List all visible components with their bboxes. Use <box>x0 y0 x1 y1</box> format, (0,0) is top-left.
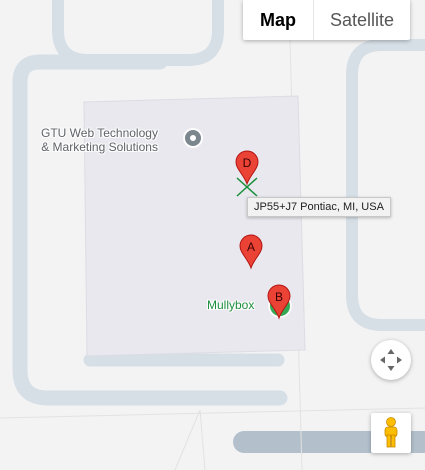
map-canvas[interactable]: D A B <box>0 0 425 470</box>
marker-d-label: D <box>243 156 252 170</box>
location-tooltip: JP55+J7 Pontiac, MI, USA <box>247 197 391 217</box>
map-view-button[interactable]: Map <box>243 0 313 40</box>
marker-a-label: A <box>247 240 255 254</box>
street-view-button[interactable] <box>371 413 411 453</box>
marker-b-label: B <box>275 290 283 304</box>
gtu-place-name-line1: GTU Web Technology <box>41 126 158 140</box>
pan-control-button[interactable] <box>371 340 411 380</box>
satellite-view-button[interactable]: Satellite <box>314 0 410 40</box>
gtu-poi-icon[interactable] <box>183 128 203 148</box>
mullybox-place-label[interactable]: Mullybox <box>207 298 254 312</box>
pegman-icon <box>384 417 398 448</box>
gtu-place-label[interactable]: GTU Web Technology & Marketing Solutions <box>41 126 158 154</box>
gtu-place-name-line2: & Marketing Solutions <box>41 140 158 154</box>
move-arrows-icon <box>380 349 402 371</box>
map-type-control: Map Satellite <box>243 0 411 40</box>
